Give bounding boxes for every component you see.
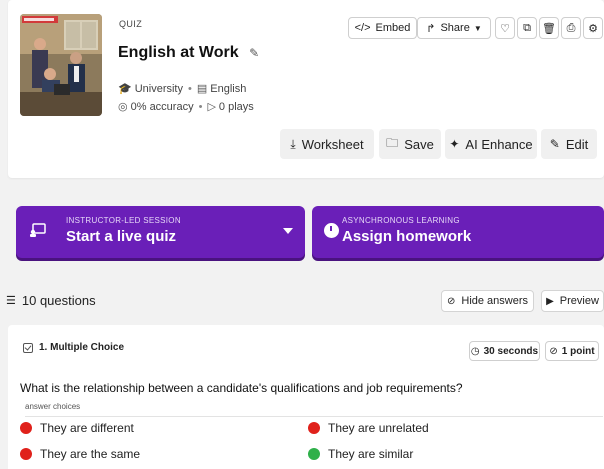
target-icon: ◎ (118, 101, 128, 113)
time-badge[interactable]: ◷ 30 seconds (469, 341, 540, 361)
share-icon: ↱ (426, 22, 436, 35)
gear-icon: ⚙ (588, 22, 598, 35)
eye-off-icon: ⊘ (446, 295, 456, 307)
ai-enhance-label: AI Enhance (465, 136, 533, 152)
question-text: What is the relationship between a candi… (20, 381, 463, 395)
delete-button[interactable]: 🗑 (539, 17, 559, 39)
quiz-subject: English (210, 82, 247, 95)
worksheet-button[interactable]: ⤓ Worksheet (280, 129, 374, 159)
question-count-label: 10 questions (21, 293, 96, 308)
sparkle-icon: ✦ (449, 137, 460, 151)
graduation-cap-icon: 🎓 (118, 83, 132, 95)
hide-answers-button[interactable]: ⊘ Hide answers (441, 290, 534, 312)
caret-down-icon: ▼ (473, 23, 482, 33)
time-label: 30 seconds (483, 345, 539, 357)
printer-icon: ⎙ (566, 21, 576, 34)
quiz-plays: 0 plays (218, 100, 254, 113)
checkbox-icon (23, 342, 33, 353)
answer-choice-text: They are the same (40, 447, 141, 461)
code-icon: </> (354, 22, 371, 34)
copy-icon: ⧉ (523, 21, 531, 34)
live-session-title: Start a live quiz (66, 228, 177, 245)
quiz-meta-row-1: 🎓 University • ▤ English (118, 82, 247, 96)
answer-choice-text: They are unrelated (328, 421, 429, 435)
question-type-label: 1. Multiple Choice (39, 342, 125, 353)
incorrect-marker (308, 422, 320, 434)
trash-icon: 🗑 (542, 22, 556, 35)
correct-marker (308, 448, 320, 460)
edit-button[interactable]: ✎ Edit (541, 129, 597, 159)
homework-caption: ASYNCHRONOUS LEARNING (342, 216, 460, 225)
print-button[interactable]: ⎙ (561, 17, 581, 39)
preview-label: Preview (559, 295, 599, 307)
quiz-type-label: QUIZ (119, 19, 143, 29)
live-session-caption: INSTRUCTOR-LED SESSION (66, 216, 181, 225)
pencil-icon[interactable]: ✎ (249, 46, 259, 60)
homework-title: Assign homework (342, 228, 472, 245)
worksheet-label: Worksheet (301, 136, 364, 152)
edit-icon: ✎ (549, 137, 560, 151)
download-icon: ⤓ (290, 136, 296, 151)
question-type: 1. Multiple Choice (23, 342, 124, 353)
share-label: Share (440, 22, 470, 34)
list-icon: ☰ (6, 295, 16, 307)
answer-choice-text: They are different (40, 421, 134, 435)
edit-label: Edit (565, 136, 589, 152)
question-count: ☰ 10 questions (6, 293, 96, 308)
start-live-quiz-button[interactable]: INSTRUCTOR-LED SESSION Start a live quiz (16, 206, 305, 258)
quiz-level: University (134, 82, 183, 95)
answer-choice: They are similar (308, 447, 413, 461)
folder-icon: 🗀 (386, 135, 399, 150)
clock-icon (324, 223, 339, 238)
answer-choices-label: answer choices (25, 402, 81, 411)
play-icon: ▷ (207, 101, 216, 113)
presentation-icon (30, 223, 46, 237)
quiz-cover-image (20, 14, 102, 116)
book-icon: ▤ (196, 83, 208, 95)
like-button[interactable]: ♡ (495, 17, 515, 39)
preview-button[interactable]: ▶ Preview (541, 290, 604, 312)
save-button[interactable]: 🗀 Save (379, 129, 441, 159)
hide-answers-label: Hide answers (461, 295, 529, 307)
heart-icon: ♡ (500, 22, 510, 35)
answer-choice-text: They are similar (328, 447, 414, 461)
answer-choice: They are the same (20, 447, 140, 461)
assign-homework-button[interactable]: ASYNCHRONOUS LEARNING Assign homework (312, 206, 604, 258)
answer-choice: They are unrelated (308, 421, 429, 435)
quiz-accuracy: 0% accuracy (130, 100, 194, 113)
incorrect-marker (20, 448, 32, 460)
quiz-header-card: QUIZ English at Work ✎ 🎓 University • ▤ … (8, 0, 604, 178)
incorrect-marker (20, 422, 32, 434)
points-label: 1 point (561, 345, 595, 357)
answer-choice: They are different (20, 421, 134, 435)
duplicate-button[interactable]: ⧉ (517, 17, 537, 39)
clock-icon: ◷ (470, 345, 480, 357)
embed-label: Embed (375, 22, 411, 34)
quiz-meta-row-2: ◎ 0% accuracy • ▷ 0 plays (118, 100, 254, 114)
settings-button[interactable]: ⚙ (583, 17, 603, 39)
separator-dot: • (188, 82, 192, 95)
embed-button[interactable]: </> Embed (348, 17, 417, 39)
points-badge[interactable]: ⊘ 1 point (545, 341, 599, 361)
divider (25, 416, 603, 417)
share-button[interactable]: ↱ Share ▼ (417, 17, 491, 39)
ai-enhance-button[interactable]: ✦ AI Enhance (445, 129, 537, 159)
quiz-title: English at Work (118, 44, 239, 61)
page-title: English at Work ✎ (118, 44, 259, 62)
save-label: Save (404, 136, 434, 152)
check-circle-icon: ⊘ (549, 345, 558, 357)
caret-down-icon[interactable] (283, 228, 293, 234)
separator-dot: • (198, 100, 203, 113)
play-icon: ▶ (546, 295, 554, 307)
